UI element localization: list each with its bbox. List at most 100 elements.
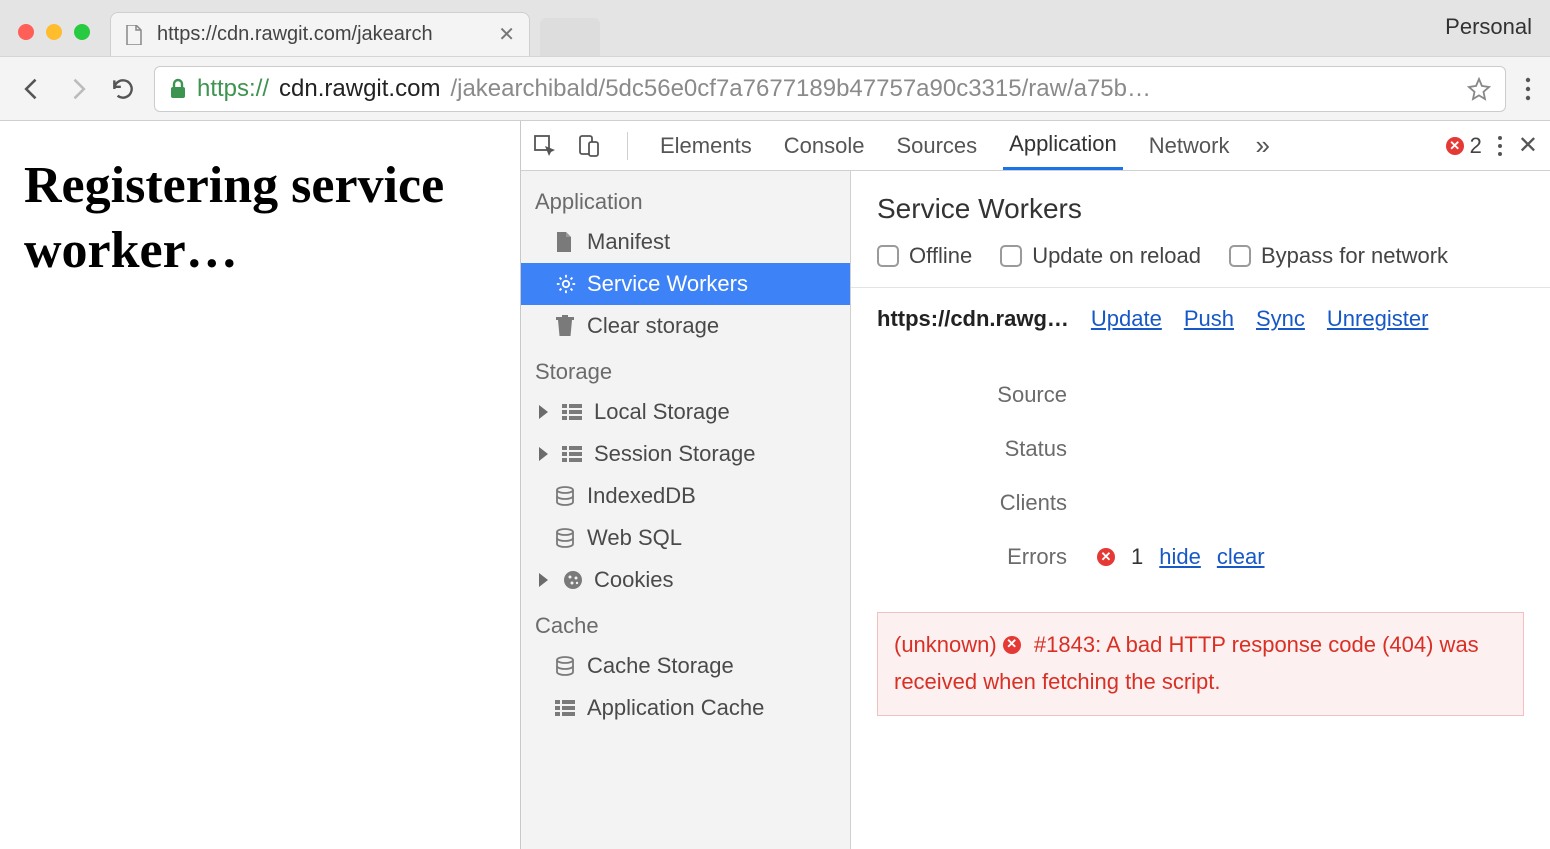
option-label: Update on reload — [1032, 243, 1201, 269]
tab-network[interactable]: Network — [1143, 121, 1236, 170]
inspect-element-icon[interactable] — [533, 134, 557, 158]
tab-strip: https://cdn.rawgit.com/jakearch ✕ Person… — [0, 0, 1550, 56]
devtools-main: Service Workers Offline Update on reload… — [851, 171, 1550, 849]
url-host: cdn.rawgit.com — [279, 75, 440, 103]
devtools-tab-bar: Elements Console Sources Application Net… — [521, 121, 1550, 171]
error-icon: ✕ — [1003, 636, 1021, 654]
field-label: Errors — [877, 544, 1097, 570]
sidebar-item-label: Clear storage — [587, 313, 719, 339]
sidebar-item-cache-storage[interactable]: Cache Storage — [521, 645, 850, 687]
sidebar-item-service-workers[interactable]: Service Workers — [521, 263, 850, 305]
error-count: 2 — [1470, 133, 1482, 159]
action-update[interactable]: Update — [1091, 306, 1162, 332]
action-push[interactable]: Push — [1184, 306, 1234, 332]
lock-icon — [169, 78, 187, 100]
field-errors: Errors ✕ 1 hide clear — [877, 530, 1524, 584]
action-sync[interactable]: Sync — [1256, 306, 1305, 332]
sidebar-item-label: Cookies — [594, 567, 673, 593]
tab-elements[interactable]: Elements — [654, 121, 758, 170]
gear-icon — [555, 273, 577, 295]
sidebar-item-label: Service Workers — [587, 271, 748, 297]
sidebar-item-websql[interactable]: Web SQL — [521, 517, 850, 559]
sw-options: Offline Update on reload Bypass for netw… — [851, 239, 1550, 288]
option-offline[interactable]: Offline — [877, 243, 972, 269]
page-heading: Registering service worker… — [24, 153, 496, 283]
maximize-window-button[interactable] — [74, 24, 90, 40]
error-icon: ✕ — [1446, 137, 1464, 155]
close-window-button[interactable] — [18, 24, 34, 40]
sidebar-item-label: Web SQL — [587, 525, 682, 551]
error-icon: ✕ — [1097, 548, 1115, 566]
action-unregister[interactable]: Unregister — [1327, 306, 1428, 332]
sidebar-group-storage: Storage — [521, 347, 850, 391]
url-scheme: https:// — [197, 75, 269, 103]
sidebar-item-label: Manifest — [587, 229, 670, 255]
sidebar-item-session-storage[interactable]: Session Storage — [521, 433, 850, 475]
url-path: /jakearchibald/5dc56e0cf7a7677189b47757a… — [450, 75, 1151, 103]
toolbar: https:// cdn.rawgit.com/jakearchibald/5dc… — [0, 56, 1550, 120]
address-bar[interactable]: https:// cdn.rawgit.com/jakearchibald/5dc… — [154, 66, 1506, 112]
bookmark-icon[interactable] — [1467, 77, 1491, 101]
window-controls — [12, 24, 90, 56]
sidebar-item-label: Local Storage — [594, 399, 730, 425]
tab-sources[interactable]: Sources — [890, 121, 983, 170]
page-content: Registering service worker… — [0, 121, 520, 849]
forward-button[interactable] — [64, 75, 92, 103]
checkbox[interactable] — [1000, 245, 1022, 267]
field-label: Clients — [877, 490, 1097, 516]
tab-console[interactable]: Console — [778, 121, 871, 170]
sw-entry: https://cdn.rawg… Update Push Sync Unreg… — [851, 288, 1550, 358]
db-icon — [555, 656, 577, 676]
error-count: 1 — [1131, 544, 1143, 570]
db-icon — [555, 528, 577, 548]
minimize-window-button[interactable] — [46, 24, 62, 40]
browser-tab[interactable]: https://cdn.rawgit.com/jakearch ✕ — [110, 12, 530, 56]
separator — [627, 132, 628, 160]
sidebar-item-application-cache[interactable]: Application Cache — [521, 687, 850, 729]
field-source: Source — [877, 368, 1524, 422]
file-icon — [125, 25, 147, 45]
close-devtools-icon[interactable]: ✕ — [1518, 131, 1538, 160]
error-badge[interactable]: ✕ 2 — [1446, 133, 1482, 159]
sidebar-item-clear-storage[interactable]: Clear storage — [521, 305, 850, 347]
errors-clear-link[interactable]: clear — [1217, 544, 1265, 570]
checkbox[interactable] — [1229, 245, 1251, 267]
sidebar-item-cookies[interactable]: Cookies — [521, 559, 850, 601]
expand-icon — [539, 573, 548, 587]
devtools-panel: Elements Console Sources Application Net… — [520, 121, 1550, 849]
sidebar-item-local-storage[interactable]: Local Storage — [521, 391, 850, 433]
option-bypass-network[interactable]: Bypass for network — [1229, 243, 1448, 269]
grid-icon — [555, 700, 577, 716]
sidebar-item-manifest[interactable]: Manifest — [521, 221, 850, 263]
error-source: (unknown) ✕ — [894, 627, 1021, 662]
field-status: Status — [877, 422, 1524, 476]
profile-label[interactable]: Personal — [1445, 14, 1532, 40]
option-update-on-reload[interactable]: Update on reload — [1000, 243, 1201, 269]
grid-icon — [562, 404, 584, 420]
sidebar-group-application: Application — [521, 177, 850, 221]
sidebar-item-indexeddb[interactable]: IndexedDB — [521, 475, 850, 517]
sw-origin: https://cdn.rawg… — [877, 306, 1069, 332]
new-tab-button[interactable] — [540, 18, 600, 56]
browser-menu-button[interactable] — [1524, 75, 1532, 103]
errors-hide-link[interactable]: hide — [1159, 544, 1201, 570]
tab-application[interactable]: Application — [1003, 121, 1123, 170]
sidebar-item-label: Session Storage — [594, 441, 755, 467]
field-clients: Clients — [877, 476, 1524, 530]
toggle-device-icon[interactable] — [577, 134, 601, 158]
sidebar-item-label: IndexedDB — [587, 483, 696, 509]
trash-icon — [555, 315, 577, 337]
back-button[interactable] — [18, 75, 46, 103]
field-label: Status — [877, 436, 1097, 462]
field-label: Source — [877, 382, 1097, 408]
panel-title: Service Workers — [851, 171, 1550, 239]
close-tab-icon[interactable]: ✕ — [498, 22, 515, 47]
devtools-menu-icon[interactable] — [1496, 134, 1504, 158]
sidebar-item-label: Application Cache — [587, 695, 764, 721]
error-message-box: (unknown) ✕ #1843: A bad HTTP response c… — [877, 612, 1524, 716]
option-label: Bypass for network — [1261, 243, 1448, 269]
reload-button[interactable] — [110, 76, 136, 102]
tab-title: https://cdn.rawgit.com/jakearch — [157, 23, 488, 46]
checkbox[interactable] — [877, 245, 899, 267]
more-tabs-icon[interactable]: » — [1255, 130, 1269, 161]
